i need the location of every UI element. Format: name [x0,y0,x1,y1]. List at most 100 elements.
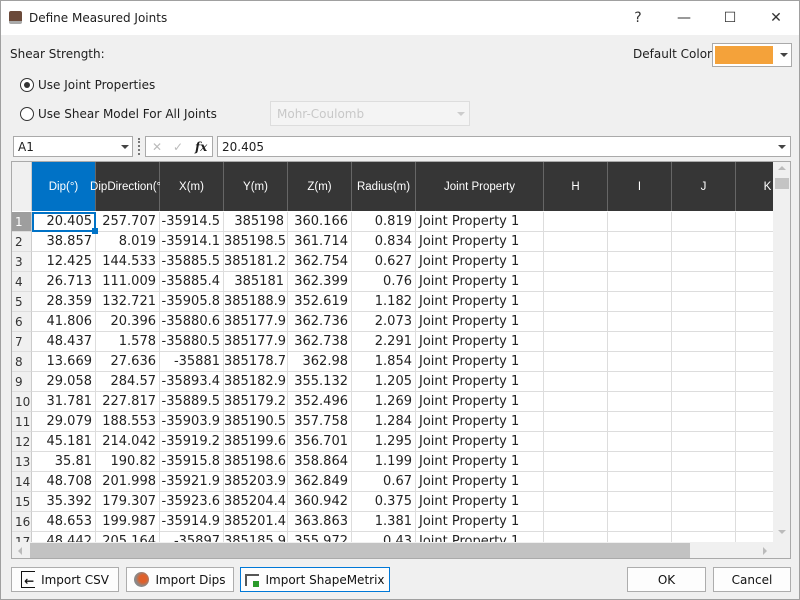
table-cell[interactable]: Joint Property 1 [416,472,544,492]
table-cell[interactable] [544,492,608,512]
table-cell[interactable] [608,312,672,332]
table-cell[interactable]: 1.182 [352,292,416,312]
table-cell[interactable]: 362.736 [288,312,352,332]
table-cell[interactable]: -35893.4 [160,372,224,392]
table-cell[interactable]: -35923.6 [160,492,224,512]
radio-button[interactable] [20,78,34,92]
table-cell[interactable]: 0.819 [352,212,416,232]
table-cell[interactable] [608,392,672,412]
column-header[interactable]: Dip (°) [32,162,96,211]
row-header[interactable]: 11 [12,412,32,432]
table-cell[interactable] [608,272,672,292]
table-cell[interactable] [608,432,672,452]
table-cell[interactable]: 0.67 [352,472,416,492]
table-cell[interactable]: 385190.5 [224,412,288,432]
table-cell[interactable]: 257.707 [96,212,160,232]
row-header[interactable]: 6 [12,312,32,332]
table-cell[interactable]: Joint Property 1 [416,372,544,392]
scroll-right-icon[interactable] [763,547,767,555]
row-header[interactable]: 8 [12,352,32,372]
horizontal-scroll-thumb[interactable] [30,543,690,558]
table-cell[interactable]: 188.553 [96,412,160,432]
row-header[interactable]: 14 [12,472,32,492]
table-cell[interactable]: 48.653 [32,512,96,532]
table-cell[interactable]: 385179.2 [224,392,288,412]
table-cell[interactable] [544,352,608,372]
horizontal-scrollbar[interactable] [12,542,790,558]
table-cell[interactable]: 0.834 [352,232,416,252]
table-cell[interactable]: -35881 [160,352,224,372]
table-cell[interactable] [608,452,672,472]
table-cell[interactable] [608,252,672,272]
table-cell[interactable] [608,472,672,492]
table-cell[interactable]: 199.987 [96,512,160,532]
minimize-button[interactable]: — [661,1,707,35]
table-cell[interactable] [672,332,736,352]
table-cell[interactable] [672,452,736,472]
scroll-down-icon[interactable] [778,530,786,534]
row-header[interactable]: 12 [12,432,32,452]
vertical-scroll-thumb[interactable] [775,178,789,189]
import-shapemetrix-button[interactable]: Import ShapeMetrix [240,567,390,592]
table-cell[interactable]: Joint Property 1 [416,432,544,452]
table-cell[interactable]: 214.042 [96,432,160,452]
table-cell[interactable] [544,312,608,332]
column-header[interactable]: Joint Property [416,162,544,211]
cancel-edit-icon[interactable]: ✕ [152,140,162,154]
table-cell[interactable] [672,292,736,312]
table-cell[interactable]: 385201.4 [224,512,288,532]
table-cell[interactable]: 385177.9 [224,312,288,332]
table-cell[interactable]: 13.669 [32,352,96,372]
help-button[interactable]: ? [615,1,661,35]
table-cell[interactable]: 41.806 [32,312,96,332]
table-cell[interactable] [544,252,608,272]
table-cell[interactable]: Joint Property 1 [416,312,544,332]
table-cell[interactable]: 0.76 [352,272,416,292]
cancel-button[interactable]: Cancel [713,567,791,592]
column-header[interactable]: Y (m) [224,162,288,211]
maximize-button[interactable]: ☐ [707,1,753,35]
table-cell[interactable]: 179.307 [96,492,160,512]
table-cell[interactable] [544,512,608,532]
column-header[interactable]: J [672,162,736,211]
table-cell[interactable]: 1.205 [352,372,416,392]
table-cell[interactable] [672,412,736,432]
table-cell[interactable] [608,492,672,512]
row-header[interactable]: 3 [12,252,32,272]
table-cell[interactable] [544,472,608,492]
row-header[interactable]: 2 [12,232,32,252]
table-cell[interactable]: Joint Property 1 [416,512,544,532]
table-cell[interactable]: 2.291 [352,332,416,352]
table-cell[interactable]: 385198 [224,212,288,232]
table-cell[interactable]: 132.721 [96,292,160,312]
table-cell[interactable]: 190.82 [96,452,160,472]
table-cell[interactable]: 385182.9 [224,372,288,392]
table-cell[interactable]: -35905.8 [160,292,224,312]
table-cell[interactable]: 355.132 [288,372,352,392]
table-cell[interactable]: 28.359 [32,292,96,312]
table-cell[interactable] [672,212,736,232]
table-cell[interactable]: 27.636 [96,352,160,372]
table-cell[interactable] [672,392,736,412]
import-csv-button[interactable]: ← Import CSV [11,567,119,592]
table-cell[interactable]: -35919.2 [160,432,224,452]
table-cell[interactable]: 361.714 [288,232,352,252]
row-header[interactable]: 1 [12,212,32,232]
default-color-picker[interactable] [712,43,792,67]
table-cell[interactable]: 0.627 [352,252,416,272]
splitter-handle[interactable] [138,138,140,155]
table-cell[interactable]: 48.437 [32,332,96,352]
table-cell[interactable]: 8.019 [96,232,160,252]
table-cell[interactable] [608,352,672,372]
table-cell[interactable] [544,412,608,432]
table-cell[interactable] [672,272,736,292]
table-cell[interactable] [672,492,736,512]
table-cell[interactable]: 385198.6 [224,452,288,472]
vertical-scrollbar[interactable] [773,162,790,543]
table-cell[interactable] [608,212,672,232]
radio-button[interactable] [20,107,34,121]
table-cell[interactable]: Joint Property 1 [416,232,544,252]
table-cell[interactable]: 227.817 [96,392,160,412]
table-cell[interactable]: -35915.8 [160,452,224,472]
table-cell[interactable]: 48.708 [32,472,96,492]
